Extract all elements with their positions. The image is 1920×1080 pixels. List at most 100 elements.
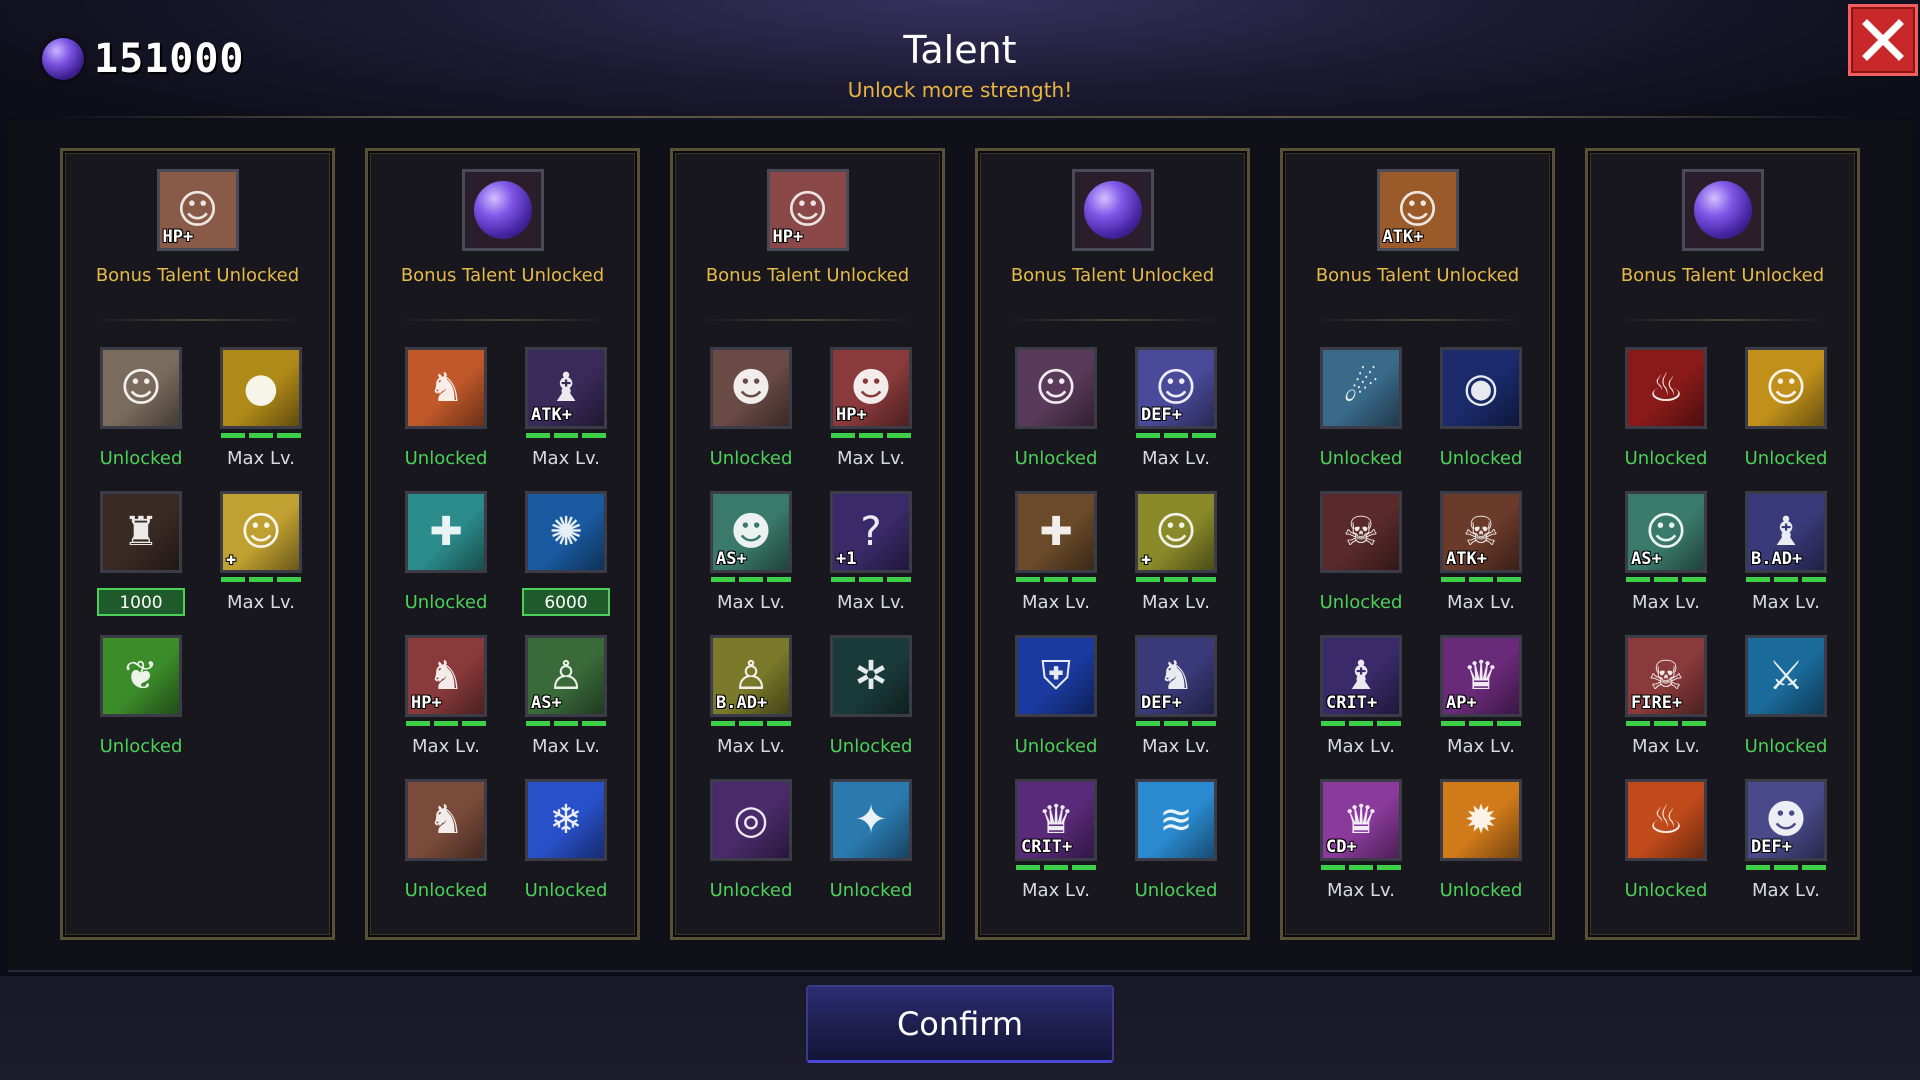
bald-warrior-icon[interactable]: ☻ [710, 347, 792, 429]
blue-vortex-icon[interactable]: ✺ [525, 491, 607, 573]
talent-slot[interactable]: ◎ Unlocked [691, 779, 811, 901]
close-button[interactable] [1848, 4, 1918, 76]
talent-slot[interactable]: ❦ Unlocked [81, 635, 201, 757]
confirm-button[interactable]: Confirm [806, 985, 1114, 1063]
talent-slot[interactable]: ♞ Unlocked [386, 347, 506, 469]
green-cross-shield-icon[interactable]: ✚ [405, 491, 487, 573]
horned-potion-icon[interactable]: ♜ [100, 491, 182, 573]
talent-slot[interactable]: ? +1 Max Lv. [811, 491, 931, 613]
snowflake-icon[interactable]: ❄ [525, 779, 607, 861]
talent-slot[interactable]: ⚔ Unlocked [1726, 635, 1846, 757]
talent-slot[interactable]: ✦ Unlocked [811, 779, 931, 901]
priestess-gold-icon[interactable]: ☺ [1745, 347, 1827, 429]
knight-def-icon[interactable]: ♞ DEF+ [1135, 635, 1217, 717]
talent-slot[interactable]: ● Max Lv. [201, 347, 321, 469]
armored-knight-icon[interactable]: ♞ [405, 347, 487, 429]
talent-slot[interactable]: ☺ ✚ Max Lv. [201, 491, 321, 613]
dark-wizard-crit-icon[interactable]: ♝ CRIT+ [1320, 635, 1402, 717]
talent-slot[interactable]: ☺ DEF+ Max Lv. [1116, 347, 1236, 469]
holy-book-icon[interactable]: ✚ [1015, 491, 1097, 573]
elf-archer-bad-icon[interactable]: ♙ B.AD+ [710, 635, 792, 717]
ice-sword-icon[interactable]: ⚔ [1745, 635, 1827, 717]
purple-sigil-icon[interactable]: ◎ [710, 779, 792, 861]
talent-slot[interactable]: ☻ AS+ Max Lv. [691, 491, 811, 613]
talent-slot[interactable]: ☺ AS+ Max Lv. [1606, 491, 1726, 613]
talent-slot[interactable]: ☻ DEF+ Max Lv. [1726, 779, 1846, 901]
talent-slot[interactable]: ☠ ATK+ Max Lv. [1421, 491, 1541, 613]
talent-slot[interactable]: ⛨ Unlocked [996, 635, 1116, 757]
unlock-cost-button[interactable]: 1000 [97, 588, 185, 616]
ice-slash-icon[interactable]: ✦ [830, 779, 912, 861]
pirate-fire-icon[interactable]: ☠ FIRE+ [1625, 635, 1707, 717]
talent-slot[interactable]: ♞ DEF+ Max Lv. [1116, 635, 1236, 757]
bald-warrior-def-icon[interactable]: ☻ DEF+ [1745, 779, 1827, 861]
witch-crit-icon[interactable]: ♛ CRIT+ [1015, 779, 1097, 861]
witch-cd-icon[interactable]: ♛ CD+ [1320, 779, 1402, 861]
talent-slot[interactable]: ☻ HP+ Max Lv. [811, 347, 931, 469]
talent-slot[interactable]: ♨ Unlocked [1606, 779, 1726, 901]
talent-slot[interactable]: ☠ Unlocked [1301, 491, 1421, 613]
talent-slot[interactable]: ❄ Unlocked [506, 779, 626, 901]
mystery-box-icon[interactable]: ? +1 [830, 491, 912, 573]
talent-slot[interactable]: ◉ Unlocked [1421, 347, 1541, 469]
talent-slot[interactable]: ♝ ATK+ Max Lv. [506, 347, 626, 469]
dark-wizard-bad-icon[interactable]: ♝ B.AD+ [1745, 491, 1827, 573]
bald-warrior-hp-icon[interactable]: ☻ HP+ [830, 347, 912, 429]
pirate-duo-atk-icon[interactable]: ☺ ATK+ [1376, 169, 1459, 251]
fire-demon-icon[interactable]: ♨ [1625, 347, 1707, 429]
talent-slot[interactable]: ♛ CRIT+ Max Lv. [996, 779, 1116, 901]
meteor-strike-icon[interactable]: ☄ [1320, 347, 1402, 429]
pink-haired-girl-def-icon[interactable]: ☺ DEF+ [1135, 347, 1217, 429]
talent-slot[interactable]: ☠ FIRE+ Max Lv. [1606, 635, 1726, 757]
pink-haired-girl-icon[interactable]: ☺ [1015, 347, 1097, 429]
blue-shield-emblem-icon[interactable]: ⛨ [1015, 635, 1097, 717]
knight-hp-icon[interactable]: ♞ HP+ [405, 635, 487, 717]
cyan-spiral-icon[interactable]: ✲ [830, 635, 912, 717]
priestess-as-icon[interactable]: ☺ AS+ [1625, 491, 1707, 573]
talent-slot[interactable]: ☻ Unlocked [691, 347, 811, 469]
purple-orb-icon[interactable] [461, 169, 544, 251]
purple-orb-icon[interactable] [1681, 169, 1764, 251]
priestess-heal-icon[interactable]: ☺ ✚ [220, 491, 302, 573]
talent-slot[interactable]: ✚ Unlocked [386, 491, 506, 613]
unlock-cost-button[interactable]: 6000 [522, 588, 610, 616]
green-leaf-icon[interactable]: ❦ [100, 635, 182, 717]
talent-slot[interactable]: ♞ HP+ Max Lv. [386, 635, 506, 757]
bald-warrior-as-icon[interactable]: ☻ AS+ [710, 491, 792, 573]
talent-slot[interactable]: ✚ Max Lv. [996, 491, 1116, 613]
talent-slot[interactable]: ✲ Unlocked [811, 635, 931, 757]
pink-haired-girl-heal-icon[interactable]: ☺ ✚ [1135, 491, 1217, 573]
fireball-icon[interactable]: ✹ [1440, 779, 1522, 861]
talent-slot[interactable]: ♜ 1000 [81, 491, 201, 616]
talent-slot[interactable]: ☄ Unlocked [1301, 347, 1421, 469]
pirate-captain-icon[interactable]: ☠ [1320, 491, 1402, 573]
dragon-eye-icon[interactable]: ◉ [1440, 347, 1522, 429]
talent-slot[interactable]: ☺ Unlocked [81, 347, 201, 469]
white-haired-priestess-icon[interactable]: ☺ [100, 347, 182, 429]
talent-slot[interactable]: ☺ Unlocked [1726, 347, 1846, 469]
witch-ap-icon[interactable]: ♛ AP+ [1440, 635, 1522, 717]
talent-slot[interactable]: ♞ Unlocked [386, 779, 506, 901]
talent-slot[interactable]: ♙ B.AD+ Max Lv. [691, 635, 811, 757]
water-splash-icon[interactable]: ≋ [1135, 779, 1217, 861]
talent-slot[interactable]: ♙ AS+ Max Lv. [506, 635, 626, 757]
fire-dragon-icon[interactable]: ♨ [1625, 779, 1707, 861]
talent-slot[interactable]: ♝ B.AD+ Max Lv. [1726, 491, 1846, 613]
talent-slot[interactable]: ✹ Unlocked [1421, 779, 1541, 901]
pirate-captain-atk-icon[interactable]: ☠ ATK+ [1440, 491, 1522, 573]
talent-slot[interactable]: ♝ CRIT+ Max Lv. [1301, 635, 1421, 757]
hero-portrait-hp-icon[interactable]: ☺ HP+ [156, 169, 239, 251]
talent-slot[interactable]: ♛ AP+ Max Lv. [1421, 635, 1541, 757]
talent-slot[interactable]: ♛ CD+ Max Lv. [1301, 779, 1421, 901]
warrior-duo-hp-icon[interactable]: ☺ HP+ [766, 169, 849, 251]
dark-wizard-atk-icon[interactable]: ♝ ATK+ [525, 347, 607, 429]
talent-slot[interactable]: ≋ Unlocked [1116, 779, 1236, 901]
purple-orb-icon[interactable] [1071, 169, 1154, 251]
elf-archer-as-icon[interactable]: ♙ AS+ [525, 635, 607, 717]
talent-slot[interactable]: ✺ 6000 [506, 491, 626, 616]
gold-coin-icon[interactable]: ● [220, 347, 302, 429]
talent-slot[interactable]: ☺ Unlocked [996, 347, 1116, 469]
talent-slot[interactable]: ♨ Unlocked [1606, 347, 1726, 469]
knight-shield-icon[interactable]: ♞ [405, 779, 487, 861]
talent-slot[interactable]: ☺ ✚ Max Lv. [1116, 491, 1236, 613]
